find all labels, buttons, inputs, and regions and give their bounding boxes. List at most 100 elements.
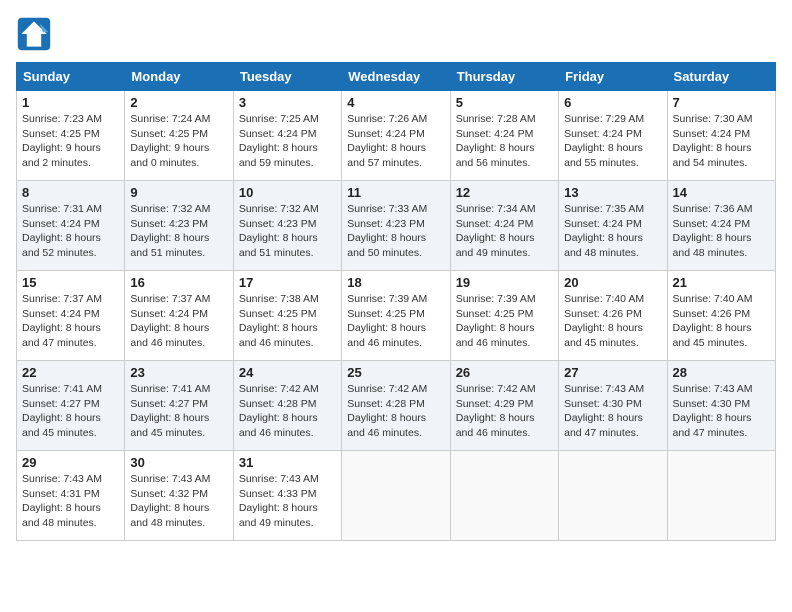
day-number: 11 xyxy=(347,185,444,200)
day-info: Sunrise: 7:37 AMSunset: 4:24 PMDaylight:… xyxy=(130,293,210,349)
calendar-cell: 11 Sunrise: 7:33 AMSunset: 4:23 PMDaylig… xyxy=(342,181,450,271)
weekday-header-sunday: Sunday xyxy=(17,63,125,91)
calendar-cell: 26 Sunrise: 7:42 AMSunset: 4:29 PMDaylig… xyxy=(450,361,558,451)
calendar-cell: 10 Sunrise: 7:32 AMSunset: 4:23 PMDaylig… xyxy=(233,181,341,271)
day-number: 25 xyxy=(347,365,444,380)
calendar-table: SundayMondayTuesdayWednesdayThursdayFrid… xyxy=(16,62,776,541)
calendar-cell: 12 Sunrise: 7:34 AMSunset: 4:24 PMDaylig… xyxy=(450,181,558,271)
day-info: Sunrise: 7:29 AMSunset: 4:24 PMDaylight:… xyxy=(564,113,644,169)
day-number: 31 xyxy=(239,455,336,470)
day-info: Sunrise: 7:41 AMSunset: 4:27 PMDaylight:… xyxy=(22,383,102,439)
day-number: 12 xyxy=(456,185,553,200)
calendar-cell: 17 Sunrise: 7:38 AMSunset: 4:25 PMDaylig… xyxy=(233,271,341,361)
day-info: Sunrise: 7:42 AMSunset: 4:29 PMDaylight:… xyxy=(456,383,536,439)
day-number: 3 xyxy=(239,95,336,110)
day-info: Sunrise: 7:41 AMSunset: 4:27 PMDaylight:… xyxy=(130,383,210,439)
calendar-cell: 1 Sunrise: 7:23 AMSunset: 4:25 PMDayligh… xyxy=(17,91,125,181)
day-info: Sunrise: 7:42 AMSunset: 4:28 PMDaylight:… xyxy=(239,383,319,439)
weekday-header-tuesday: Tuesday xyxy=(233,63,341,91)
calendar-cell: 21 Sunrise: 7:40 AMSunset: 4:26 PMDaylig… xyxy=(667,271,775,361)
calendar-cell: 9 Sunrise: 7:32 AMSunset: 4:23 PMDayligh… xyxy=(125,181,233,271)
day-info: Sunrise: 7:39 AMSunset: 4:25 PMDaylight:… xyxy=(347,293,427,349)
day-number: 4 xyxy=(347,95,444,110)
day-info: Sunrise: 7:31 AMSunset: 4:24 PMDaylight:… xyxy=(22,203,102,259)
calendar-cell xyxy=(342,451,450,541)
day-number: 24 xyxy=(239,365,336,380)
calendar-cell: 16 Sunrise: 7:37 AMSunset: 4:24 PMDaylig… xyxy=(125,271,233,361)
day-info: Sunrise: 7:34 AMSunset: 4:24 PMDaylight:… xyxy=(456,203,536,259)
day-number: 23 xyxy=(130,365,227,380)
page-header xyxy=(16,16,776,52)
calendar-cell: 28 Sunrise: 7:43 AMSunset: 4:30 PMDaylig… xyxy=(667,361,775,451)
calendar-cell: 30 Sunrise: 7:43 AMSunset: 4:32 PMDaylig… xyxy=(125,451,233,541)
day-number: 21 xyxy=(673,275,770,290)
weekday-header-wednesday: Wednesday xyxy=(342,63,450,91)
calendar-cell: 31 Sunrise: 7:43 AMSunset: 4:33 PMDaylig… xyxy=(233,451,341,541)
day-number: 7 xyxy=(673,95,770,110)
day-info: Sunrise: 7:33 AMSunset: 4:23 PMDaylight:… xyxy=(347,203,427,259)
weekday-header-friday: Friday xyxy=(559,63,667,91)
logo xyxy=(16,16,56,52)
day-number: 26 xyxy=(456,365,553,380)
calendar-cell: 13 Sunrise: 7:35 AMSunset: 4:24 PMDaylig… xyxy=(559,181,667,271)
day-info: Sunrise: 7:42 AMSunset: 4:28 PMDaylight:… xyxy=(347,383,427,439)
day-number: 2 xyxy=(130,95,227,110)
day-info: Sunrise: 7:43 AMSunset: 4:30 PMDaylight:… xyxy=(673,383,753,439)
calendar-cell: 7 Sunrise: 7:30 AMSunset: 4:24 PMDayligh… xyxy=(667,91,775,181)
day-info: Sunrise: 7:38 AMSunset: 4:25 PMDaylight:… xyxy=(239,293,319,349)
calendar-cell: 20 Sunrise: 7:40 AMSunset: 4:26 PMDaylig… xyxy=(559,271,667,361)
day-number: 10 xyxy=(239,185,336,200)
calendar-cell xyxy=(559,451,667,541)
weekday-header-thursday: Thursday xyxy=(450,63,558,91)
day-number: 22 xyxy=(22,365,119,380)
day-info: Sunrise: 7:26 AMSunset: 4:24 PMDaylight:… xyxy=(347,113,427,169)
day-info: Sunrise: 7:43 AMSunset: 4:30 PMDaylight:… xyxy=(564,383,644,439)
day-info: Sunrise: 7:43 AMSunset: 4:33 PMDaylight:… xyxy=(239,473,319,529)
day-info: Sunrise: 7:32 AMSunset: 4:23 PMDaylight:… xyxy=(239,203,319,259)
calendar-cell: 29 Sunrise: 7:43 AMSunset: 4:31 PMDaylig… xyxy=(17,451,125,541)
day-number: 30 xyxy=(130,455,227,470)
day-info: Sunrise: 7:24 AMSunset: 4:25 PMDaylight:… xyxy=(130,113,210,169)
day-number: 18 xyxy=(347,275,444,290)
day-number: 16 xyxy=(130,275,227,290)
calendar-cell: 25 Sunrise: 7:42 AMSunset: 4:28 PMDaylig… xyxy=(342,361,450,451)
weekday-header-saturday: Saturday xyxy=(667,63,775,91)
calendar-cell xyxy=(450,451,558,541)
day-number: 27 xyxy=(564,365,661,380)
day-info: Sunrise: 7:43 AMSunset: 4:32 PMDaylight:… xyxy=(130,473,210,529)
day-number: 28 xyxy=(673,365,770,380)
day-info: Sunrise: 7:30 AMSunset: 4:24 PMDaylight:… xyxy=(673,113,753,169)
day-info: Sunrise: 7:37 AMSunset: 4:24 PMDaylight:… xyxy=(22,293,102,349)
calendar-cell: 23 Sunrise: 7:41 AMSunset: 4:27 PMDaylig… xyxy=(125,361,233,451)
day-number: 5 xyxy=(456,95,553,110)
calendar-cell: 27 Sunrise: 7:43 AMSunset: 4:30 PMDaylig… xyxy=(559,361,667,451)
day-number: 29 xyxy=(22,455,119,470)
day-number: 6 xyxy=(564,95,661,110)
day-number: 8 xyxy=(22,185,119,200)
day-number: 14 xyxy=(673,185,770,200)
day-number: 13 xyxy=(564,185,661,200)
day-number: 20 xyxy=(564,275,661,290)
day-info: Sunrise: 7:40 AMSunset: 4:26 PMDaylight:… xyxy=(564,293,644,349)
calendar-cell: 4 Sunrise: 7:26 AMSunset: 4:24 PMDayligh… xyxy=(342,91,450,181)
calendar-cell: 19 Sunrise: 7:39 AMSunset: 4:25 PMDaylig… xyxy=(450,271,558,361)
day-info: Sunrise: 7:43 AMSunset: 4:31 PMDaylight:… xyxy=(22,473,102,529)
calendar-cell xyxy=(667,451,775,541)
calendar-cell: 15 Sunrise: 7:37 AMSunset: 4:24 PMDaylig… xyxy=(17,271,125,361)
calendar-cell: 18 Sunrise: 7:39 AMSunset: 4:25 PMDaylig… xyxy=(342,271,450,361)
weekday-header-monday: Monday xyxy=(125,63,233,91)
calendar-cell: 14 Sunrise: 7:36 AMSunset: 4:24 PMDaylig… xyxy=(667,181,775,271)
logo-icon xyxy=(16,16,52,52)
day-info: Sunrise: 7:36 AMSunset: 4:24 PMDaylight:… xyxy=(673,203,753,259)
calendar-cell: 5 Sunrise: 7:28 AMSunset: 4:24 PMDayligh… xyxy=(450,91,558,181)
calendar-cell: 6 Sunrise: 7:29 AMSunset: 4:24 PMDayligh… xyxy=(559,91,667,181)
day-info: Sunrise: 7:40 AMSunset: 4:26 PMDaylight:… xyxy=(673,293,753,349)
day-info: Sunrise: 7:25 AMSunset: 4:24 PMDaylight:… xyxy=(239,113,319,169)
day-number: 17 xyxy=(239,275,336,290)
calendar-cell: 24 Sunrise: 7:42 AMSunset: 4:28 PMDaylig… xyxy=(233,361,341,451)
day-info: Sunrise: 7:23 AMSunset: 4:25 PMDaylight:… xyxy=(22,113,102,169)
day-info: Sunrise: 7:39 AMSunset: 4:25 PMDaylight:… xyxy=(456,293,536,349)
calendar-cell: 22 Sunrise: 7:41 AMSunset: 4:27 PMDaylig… xyxy=(17,361,125,451)
day-number: 9 xyxy=(130,185,227,200)
day-info: Sunrise: 7:32 AMSunset: 4:23 PMDaylight:… xyxy=(130,203,210,259)
